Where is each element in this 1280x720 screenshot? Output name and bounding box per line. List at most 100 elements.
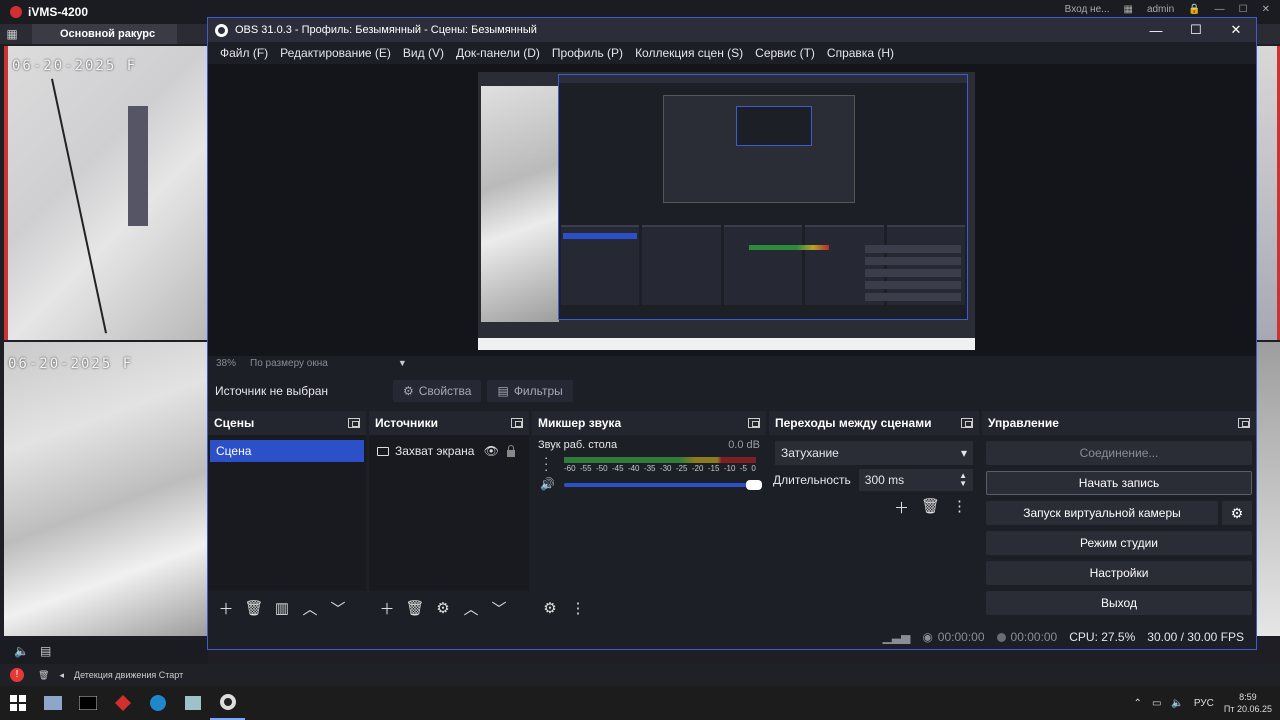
- add-icon[interactable]: ＋: [214, 596, 238, 620]
- menu-view[interactable]: Вид (V): [397, 46, 450, 60]
- undock-icon[interactable]: [748, 418, 760, 428]
- obs-preview[interactable]: [208, 64, 1256, 356]
- edge-browser-icon[interactable]: [140, 686, 175, 720]
- menu-file[interactable]: Файл (F): [214, 46, 274, 60]
- source-toolbar: Источник не выбран ⚙ Свойства ▤ Фильтры: [208, 376, 1256, 406]
- volume-slider-handle[interactable]: [746, 480, 762, 490]
- obs-window: OBS 31.0.3 - Профиль: Безымянный - Сцены…: [207, 17, 1257, 650]
- camera-view-3[interactable]: [1256, 46, 1280, 340]
- studio-mode-button[interactable]: Режим студии: [986, 531, 1252, 555]
- chevron-up-icon[interactable]: ⌃: [1134, 698, 1142, 709]
- undock-icon[interactable]: [511, 418, 523, 428]
- trash-icon[interactable]: 🗑: [921, 497, 940, 518]
- preview-btn: [865, 293, 961, 301]
- menu-docks[interactable]: Док-панели (D): [450, 46, 546, 60]
- close-button[interactable]: ✕: [1216, 18, 1256, 42]
- menu-tools[interactable]: Сервис (T): [749, 46, 821, 60]
- maximize-icon[interactable]: ☐: [1239, 4, 1248, 15]
- storage-icon[interactable]: ▤: [40, 644, 51, 658]
- kebab-menu-icon[interactable]: ⋮: [952, 497, 967, 518]
- move-down-icon[interactable]: ﹀: [326, 596, 350, 620]
- mixer-level: 0.0 dB: [728, 439, 760, 451]
- broadcast-icon: ◉: [922, 630, 933, 644]
- volume-icon[interactable]: 🔈: [14, 644, 29, 658]
- minimize-icon[interactable]: —: [1215, 4, 1225, 15]
- kebab-menu-icon[interactable]: ⋮: [566, 596, 590, 620]
- transition-actions: ＋ 🗑 ⋮: [769, 497, 967, 518]
- transition-type-select[interactable]: Затухание ▾: [775, 441, 973, 465]
- ivms-user[interactable]: admin: [1147, 4, 1174, 15]
- ivms-status-bar: ! 🗑 ◂ Детекция движения Старт: [0, 664, 1280, 686]
- gear-icon[interactable]: ⚙: [538, 596, 562, 620]
- scene-filters-icon[interactable]: ▥: [270, 596, 294, 620]
- menu-edit[interactable]: Редактирование (E): [274, 46, 397, 60]
- move-down-icon[interactable]: ﹀: [487, 596, 511, 620]
- camera-view-1[interactable]: 06-20-2025 F: [4, 46, 208, 340]
- trash-icon[interactable]: 🗑: [242, 596, 266, 620]
- grid-icon[interactable]: ▦: [1123, 4, 1132, 15]
- eye-icon[interactable]: 👁: [484, 444, 499, 458]
- lock-icon[interactable]: [507, 444, 515, 457]
- controls-title: Управление: [988, 416, 1059, 430]
- speaker-icon[interactable]: 🔊: [540, 477, 555, 491]
- preview-nested-preview: [663, 95, 855, 203]
- spin-arrows-icon[interactable]: ▲ ▼: [959, 472, 967, 488]
- sources-list: Захват экрана 👁: [369, 435, 529, 591]
- file-explorer-icon[interactable]: [35, 686, 70, 720]
- trash-icon[interactable]: 🗑: [38, 670, 49, 681]
- ivms-tab-main-view[interactable]: Основной ракурс: [32, 24, 178, 44]
- gear-icon[interactable]: ⚙: [431, 596, 455, 620]
- terminal-icon[interactable]: [70, 686, 105, 720]
- move-up-icon[interactable]: ︿: [459, 596, 483, 620]
- undock-icon[interactable]: [1238, 418, 1250, 428]
- clock[interactable]: 8:59 Пт 20.06.25: [1224, 691, 1272, 715]
- chevron-down-icon[interactable]: ▼: [398, 358, 407, 368]
- gear-icon: ⚙: [403, 384, 414, 398]
- speaker-icon[interactable]: ◂: [59, 670, 64, 681]
- properties-button[interactable]: ⚙ Свойства: [393, 380, 482, 402]
- add-icon[interactable]: ＋: [375, 596, 399, 620]
- scene-item[interactable]: Сцена: [210, 440, 364, 462]
- language-indicator[interactable]: РУС: [1194, 698, 1214, 709]
- menu-profile[interactable]: Профиль (P): [546, 46, 629, 60]
- alarm-icon[interactable]: !: [10, 668, 24, 682]
- grid-menu-icon[interactable]: ▦: [0, 27, 24, 41]
- start-recording-button[interactable]: Начать запись: [986, 471, 1252, 495]
- connection-button[interactable]: Соединение...: [986, 441, 1252, 465]
- undock-icon[interactable]: [348, 418, 360, 428]
- app-icon[interactable]: [175, 686, 210, 720]
- undock-icon[interactable]: [961, 418, 973, 428]
- camera-view-2[interactable]: 06-20-2025 F: [4, 342, 208, 636]
- obs-window-title: OBS 31.0.3 - Профиль: Безымянный - Сцены…: [235, 24, 537, 36]
- virtual-camera-button[interactable]: Запуск виртуальной камеры: [986, 501, 1218, 525]
- minimize-button[interactable]: —: [1136, 18, 1176, 42]
- zoom-bar: 38% По размеру окна ▼: [208, 356, 1256, 370]
- trash-icon[interactable]: 🗑: [403, 596, 427, 620]
- close-icon[interactable]: ✕: [1262, 4, 1270, 15]
- volume-slider[interactable]: [564, 480, 762, 490]
- network-icon[interactable]: ▭: [1152, 698, 1161, 709]
- lock-icon[interactable]: 🔒: [1188, 4, 1200, 15]
- zoom-mode[interactable]: По размеру окна: [250, 358, 328, 369]
- add-icon[interactable]: ＋: [894, 497, 909, 518]
- menu-help[interactable]: Справка (H): [821, 46, 900, 60]
- obs-taskbar-icon[interactable]: [210, 686, 245, 720]
- gear-icon[interactable]: ⚙: [1222, 501, 1252, 525]
- meter-tick-label: -50: [595, 464, 608, 473]
- settings-button[interactable]: Настройки: [986, 561, 1252, 585]
- speaker-tray-icon[interactable]: 🔈: [1171, 698, 1183, 709]
- ivms-taskbar-icon[interactable]: [105, 686, 140, 720]
- maximize-button[interactable]: ☐: [1176, 18, 1216, 42]
- meter-tick-label: -25: [675, 464, 688, 473]
- duration-spinbox[interactable]: 300 ms ▲ ▼: [858, 469, 973, 491]
- windows-start-icon[interactable]: [0, 686, 35, 720]
- menu-scene-collection[interactable]: Коллекция сцен (S): [629, 46, 749, 60]
- exit-button[interactable]: Выход: [986, 591, 1252, 615]
- camera-view-4[interactable]: [1256, 342, 1280, 636]
- move-up-icon[interactable]: ︿: [298, 596, 322, 620]
- source-item[interactable]: Захват экрана 👁: [373, 440, 525, 462]
- kebab-menu-icon[interactable]: · · ·: [544, 451, 548, 476]
- filters-button[interactable]: ▤ Фильтры: [487, 380, 573, 402]
- clock-date: Пт 20.06.25: [1223, 704, 1272, 714]
- ivms-login-hint[interactable]: Вход не...: [1065, 4, 1110, 15]
